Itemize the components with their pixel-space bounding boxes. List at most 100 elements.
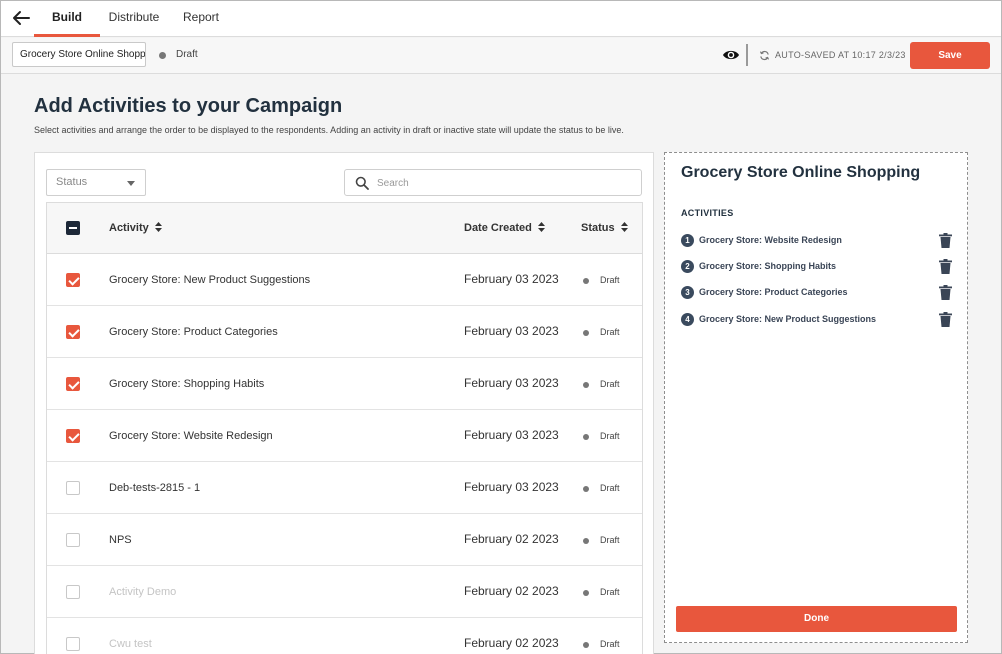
- date-created: February 02 2023: [464, 636, 559, 650]
- status-dot: [583, 382, 589, 388]
- selected-activity-item[interactable]: 4 Grocery Store: New Product Suggestions: [681, 312, 959, 330]
- status-dot: [583, 590, 589, 596]
- activity-table: Activity Date Created Status Grocery Sto…: [46, 202, 643, 654]
- date-created: February 03 2023: [464, 428, 559, 442]
- status-dot: [583, 330, 589, 336]
- column-header-label: Date Created: [464, 222, 532, 234]
- activity-name: Grocery Store: Product Categories: [109, 326, 278, 338]
- autosave-status: AUTO-SAVED AT 10:17 2/3/23: [775, 50, 906, 60]
- row-checkbox[interactable]: [66, 377, 80, 391]
- row-checkbox[interactable]: [66, 533, 80, 547]
- date-created: February 03 2023: [464, 324, 559, 338]
- date-created: February 03 2023: [464, 480, 559, 494]
- activity-name: Deb-tests-2815 - 1: [109, 482, 201, 494]
- campaign-title: Grocery Store Online Shopping: [681, 164, 921, 181]
- page-subtitle: Select activities and arrange the order …: [34, 125, 624, 135]
- activity-name: NPS: [109, 534, 132, 546]
- tab-distribute[interactable]: Distribute: [106, 1, 162, 37]
- status-dot: [583, 642, 589, 648]
- column-header-status[interactable]: Status: [581, 222, 628, 234]
- sort-icon: [537, 222, 545, 232]
- toolbar-divider: [746, 44, 748, 66]
- top-nav: Build Distribute Report: [1, 1, 1001, 37]
- order-number: 4: [681, 313, 694, 326]
- status-label: Draft: [600, 483, 620, 493]
- search-icon: [355, 176, 369, 190]
- select-all-checkbox[interactable]: [66, 221, 80, 235]
- row-checkbox[interactable]: [66, 429, 80, 443]
- activity-name: Grocery Store: New Product Suggestions: [109, 274, 311, 286]
- row-checkbox[interactable]: [66, 273, 80, 287]
- table-row[interactable]: NPS February 02 2023 Draft: [47, 514, 642, 566]
- column-header-label: Activity: [109, 222, 149, 234]
- status-label: Draft: [600, 379, 620, 389]
- status-filter-label: Status: [56, 176, 88, 188]
- campaign-toolbar: Grocery Store Online Shopping Draft AUTO…: [1, 38, 1001, 74]
- trash-icon[interactable]: [939, 285, 952, 300]
- arrow-left-icon[interactable]: [11, 9, 31, 27]
- caret-down-icon: [127, 181, 135, 186]
- table-row[interactable]: Grocery Store: Shopping Habits February …: [47, 358, 642, 410]
- date-created: February 03 2023: [464, 272, 559, 286]
- activity-name: Cwu test: [109, 638, 152, 650]
- sync-icon: [759, 50, 770, 61]
- status-dot: [583, 486, 589, 492]
- sort-icon: [154, 222, 162, 232]
- table-row[interactable]: Activity Demo February 02 2023 Draft: [47, 566, 642, 618]
- row-checkbox[interactable]: [66, 585, 80, 599]
- table-header: Activity Date Created Status: [47, 203, 642, 254]
- status-label: Draft: [600, 275, 620, 285]
- table-row[interactable]: Grocery Store: Website Redesign February…: [47, 410, 642, 462]
- selected-activity-item[interactable]: 2 Grocery Store: Shopping Habits: [681, 259, 959, 277]
- selected-activity-item[interactable]: 1 Grocery Store: Website Redesign: [681, 233, 959, 251]
- column-header-label: Status: [581, 222, 615, 234]
- done-button[interactable]: Done: [676, 606, 957, 632]
- selected-activity-item[interactable]: 3 Grocery Store: Product Categories: [681, 285, 959, 303]
- status-label: Draft: [600, 327, 620, 337]
- row-checkbox[interactable]: [66, 325, 80, 339]
- activities-section-label: ACTIVITIES: [681, 208, 734, 218]
- status-dot: [583, 278, 589, 284]
- activity-name: Grocery Store: Website Redesign: [109, 430, 273, 442]
- order-number: 3: [681, 286, 694, 299]
- campaign-status-label: Draft: [176, 49, 198, 60]
- tab-build[interactable]: Build: [34, 1, 100, 37]
- page-title: Add Activities to your Campaign: [34, 95, 343, 117]
- row-checkbox[interactable]: [66, 481, 80, 495]
- selected-activity-label: Grocery Store: Product Categories: [699, 287, 848, 297]
- activity-list-panel: Status Activity Date Created Status Groc…: [34, 152, 654, 654]
- table-row[interactable]: Deb-tests-2815 - 1 February 03 2023 Draf…: [47, 462, 642, 514]
- selected-activity-label: Grocery Store: New Product Suggestions: [699, 314, 877, 324]
- search-box: [344, 169, 642, 196]
- save-button[interactable]: Save: [910, 42, 990, 69]
- status-label: Draft: [600, 535, 620, 545]
- sort-icon: [620, 222, 628, 232]
- status-dot: [583, 434, 589, 440]
- date-created: February 02 2023: [464, 584, 559, 598]
- order-number: 2: [681, 260, 694, 273]
- status-label: Draft: [600, 431, 620, 441]
- activity-name: Grocery Store: Shopping Habits: [109, 378, 265, 390]
- search-input[interactable]: [377, 174, 632, 192]
- status-filter-dropdown[interactable]: Status: [46, 169, 146, 196]
- date-created: February 03 2023: [464, 376, 559, 390]
- table-row[interactable]: Cwu test February 02 2023 Draft: [47, 618, 642, 654]
- selected-activity-label: Grocery Store: Website Redesign: [699, 235, 842, 245]
- trash-icon[interactable]: [939, 259, 952, 274]
- status-dot: [583, 538, 589, 544]
- trash-icon[interactable]: [939, 312, 952, 327]
- campaign-name-field[interactable]: Grocery Store Online Shopping: [12, 42, 146, 67]
- trash-icon[interactable]: [939, 233, 952, 248]
- status-dot: [159, 52, 166, 59]
- selected-activities-panel: Grocery Store Online Shopping ACTIVITIES…: [664, 152, 968, 643]
- selected-activity-label: Grocery Store: Shopping Habits: [699, 261, 837, 271]
- tab-report[interactable]: Report: [179, 1, 223, 37]
- column-header-activity[interactable]: Activity: [109, 222, 162, 234]
- row-checkbox[interactable]: [66, 637, 80, 651]
- date-created: February 02 2023: [464, 532, 559, 546]
- eye-icon[interactable]: [722, 48, 740, 62]
- table-row[interactable]: Grocery Store: New Product Suggestions F…: [47, 254, 642, 306]
- table-row[interactable]: Grocery Store: Product Categories Februa…: [47, 306, 642, 358]
- column-header-date-created[interactable]: Date Created: [464, 222, 545, 234]
- order-number: 1: [681, 234, 694, 247]
